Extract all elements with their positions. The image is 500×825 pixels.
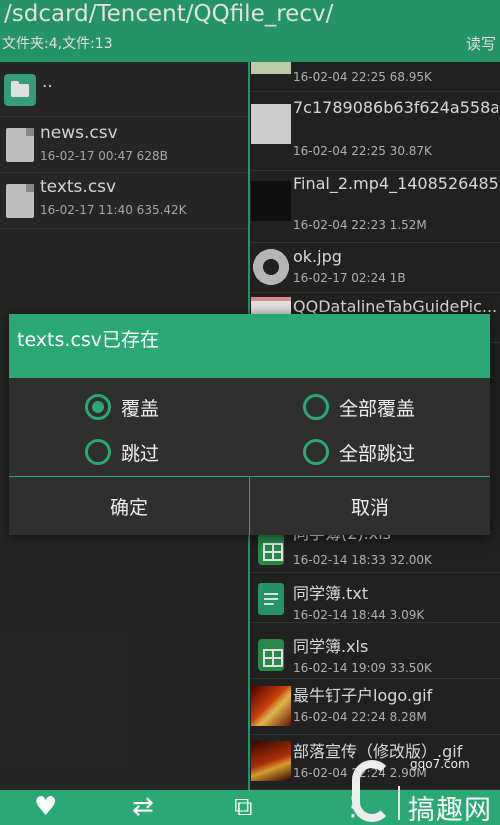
radio-selected-icon[interactable] bbox=[85, 394, 111, 420]
watermark-divider bbox=[398, 786, 400, 820]
option-skip[interactable]: 跳过 bbox=[85, 439, 285, 469]
radio-icon[interactable] bbox=[85, 439, 111, 465]
cancel-button[interactable]: 取消 bbox=[250, 477, 490, 535]
watermark-logo-icon bbox=[352, 760, 392, 822]
radio-icon[interactable] bbox=[303, 394, 329, 420]
option-overwrite-all[interactable]: 全部覆盖 bbox=[303, 394, 483, 424]
file-exists-dialog: texts.csv已存在 覆盖 全部覆盖 跳过 全部跳过 确定 取消 bbox=[9, 314, 490, 535]
heart-icon[interactable]: ♥ bbox=[34, 792, 57, 822]
cancel-label: 取消 bbox=[350, 497, 389, 519]
dialog-button-bar: 确定 取消 bbox=[9, 476, 490, 535]
option-label: 覆盖 bbox=[121, 398, 160, 420]
option-overwrite[interactable]: 覆盖 bbox=[85, 394, 285, 424]
dialog-title: texts.csv已存在 bbox=[17, 329, 160, 351]
option-skip-all[interactable]: 全部跳过 bbox=[303, 439, 483, 469]
copy-add-icon[interactable]: ⧉ bbox=[234, 792, 253, 822]
option-label: 全部覆盖 bbox=[339, 398, 416, 420]
confirm-label: 确定 bbox=[109, 497, 148, 519]
dialog-title-bar: texts.csv已存在 bbox=[9, 314, 490, 378]
watermark-text: 搞趣网 bbox=[408, 795, 492, 825]
confirm-button[interactable]: 确定 bbox=[9, 477, 249, 535]
option-label: 跳过 bbox=[121, 443, 160, 465]
radio-icon[interactable] bbox=[303, 439, 329, 465]
swap-icon[interactable]: ⇄ bbox=[132, 792, 154, 822]
option-label: 全部跳过 bbox=[339, 443, 416, 465]
watermark-site: gqo7.com bbox=[410, 757, 470, 771]
